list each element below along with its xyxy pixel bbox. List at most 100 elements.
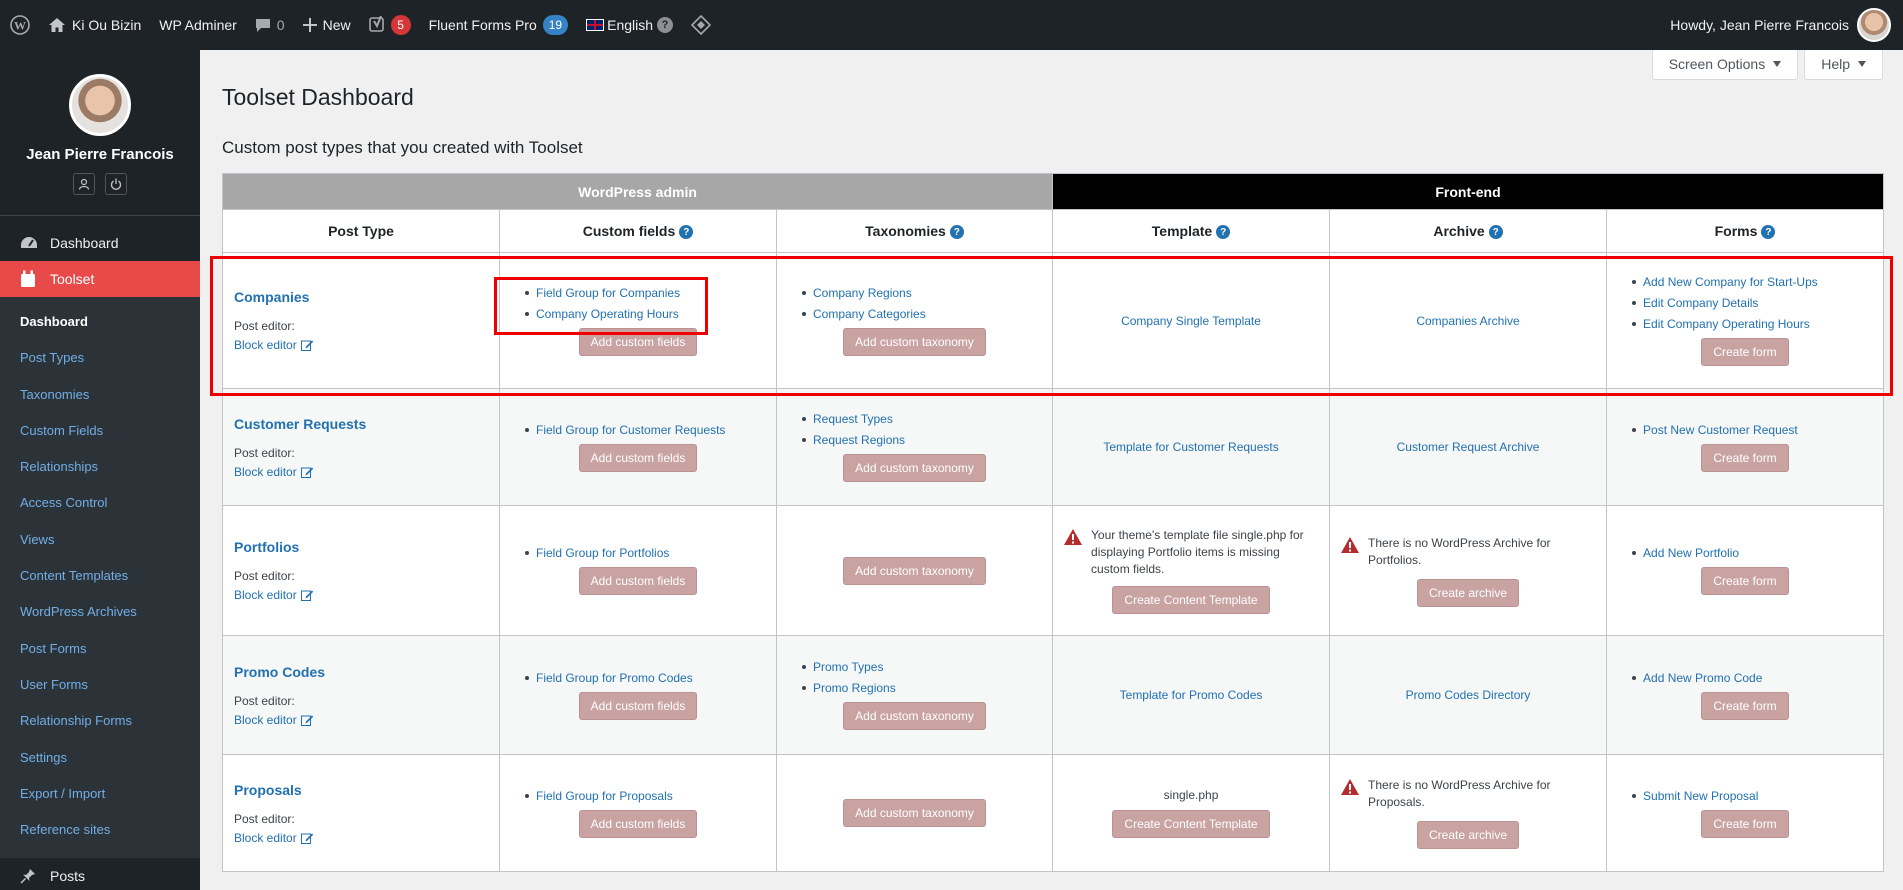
add-custom-taxonomy-button[interactable]: Add custom taxonomy [843, 327, 986, 356]
language-switcher[interactable]: English ? [577, 0, 682, 50]
field-group-link[interactable]: Field Group for Companies [525, 286, 766, 300]
create-archive-button[interactable]: Create archive [1416, 578, 1520, 607]
help-icon[interactable]: ? [1216, 225, 1231, 240]
add-custom-fields-button[interactable]: Add custom fields [578, 327, 698, 356]
add-custom-fields-button[interactable]: Add custom fields [578, 691, 698, 720]
comments-link[interactable]: 0 [246, 0, 294, 50]
taxonomy-link[interactable]: Company Categories [801, 307, 1042, 321]
submenu-relationship-forms[interactable]: Relationship Forms [0, 703, 200, 739]
post-type-name-link[interactable]: Proposals [234, 782, 489, 798]
add-custom-fields-button[interactable]: Add custom fields [578, 443, 698, 472]
template-link[interactable]: Template for Customer Requests [1103, 440, 1278, 454]
field-group-link[interactable]: Field Group for Proposals [525, 789, 766, 803]
block-editor-link[interactable]: Block editor [234, 588, 314, 602]
submenu-relationships[interactable]: Relationships [0, 449, 200, 485]
form-link[interactable]: Post New Customer Request [1632, 423, 1873, 437]
wp-adminer-link[interactable]: WP Adminer [150, 0, 246, 50]
help-button[interactable]: Help [1804, 50, 1883, 80]
submenu-views[interactable]: Views [0, 522, 200, 558]
help-icon[interactable]: ? [1761, 225, 1776, 240]
wordpress-logo-icon[interactable]: W [0, 0, 39, 50]
template-link[interactable]: Company Single Template [1121, 314, 1261, 328]
power-icon[interactable] [105, 173, 127, 195]
submenu-custom-fields[interactable]: Custom Fields [0, 413, 200, 449]
submenu-content-templates[interactable]: Content Templates [0, 558, 200, 594]
submenu-reference-sites[interactable]: Reference sites [0, 812, 200, 848]
site-name-link[interactable]: Ki Ou Bizin [39, 0, 150, 50]
wordpress-admin-band: WordPress admin [221, 173, 1054, 210]
help-icon[interactable]: ? [1488, 225, 1503, 240]
archive-link[interactable]: Companies Archive [1416, 314, 1519, 328]
toolset-diamond-icon[interactable] [682, 0, 720, 50]
language-label: English [607, 17, 654, 33]
taxonomy-link[interactable]: Company Regions [801, 286, 1042, 300]
submenu-settings[interactable]: Settings [0, 740, 200, 776]
comment-icon [255, 18, 271, 33]
field-group-link[interactable]: Field Group for Portfolios [525, 546, 766, 560]
create-form-button[interactable]: Create form [1701, 809, 1789, 838]
edit-icon [300, 340, 313, 351]
help-icon[interactable]: ? [949, 225, 964, 240]
taxonomy-link[interactable]: Request Regions [801, 433, 1042, 447]
sidebar-item-posts[interactable]: Posts [0, 858, 200, 890]
add-custom-fields-button[interactable]: Add custom fields [578, 809, 698, 838]
add-custom-taxonomy-button[interactable]: Add custom taxonomy [843, 799, 986, 827]
screen-options-button[interactable]: Screen Options [1651, 50, 1799, 80]
submenu-user-forms[interactable]: User Forms [0, 667, 200, 703]
block-editor-link[interactable]: Block editor [234, 713, 314, 727]
field-group-link[interactable]: Company Operating Hours [525, 307, 766, 321]
create-form-button[interactable]: Create form [1701, 567, 1789, 595]
block-editor-link[interactable]: Block editor [234, 831, 314, 845]
field-group-link[interactable]: Field Group for Promo Codes [525, 671, 766, 685]
form-link[interactable]: Submit New Proposal [1632, 789, 1873, 803]
my-account-menu[interactable]: Howdy, Jean Pierre Francois [1670, 0, 1891, 50]
create-content-template-button[interactable]: Create Content Template [1112, 810, 1270, 838]
add-custom-fields-button[interactable]: Add custom fields [578, 567, 698, 595]
create-form-button[interactable]: Create form [1701, 691, 1789, 720]
submenu-export-import[interactable]: Export / Import [0, 776, 200, 812]
post-type-name-link[interactable]: Portfolios [234, 539, 489, 555]
form-link[interactable]: Edit Company Details [1632, 296, 1873, 310]
submenu-post-forms[interactable]: Post Forms [0, 631, 200, 667]
new-content-link[interactable]: New [294, 0, 360, 50]
template-link[interactable]: Template for Promo Codes [1120, 688, 1263, 702]
post-type-name-link[interactable]: Customer Requests [234, 416, 489, 432]
submenu-post-types[interactable]: Post Types [0, 340, 200, 376]
archive-link[interactable]: Promo Codes Directory [1406, 688, 1531, 702]
user-profile-icon[interactable] [73, 173, 95, 195]
form-link[interactable]: Edit Company Operating Hours [1632, 317, 1873, 331]
archive-link[interactable]: Customer Request Archive [1397, 440, 1540, 454]
block-editor-link[interactable]: Block editor [234, 338, 314, 352]
toolset-submenu: Dashboard Post Types Taxonomies Custom F… [0, 297, 200, 859]
create-archive-button[interactable]: Create archive [1416, 821, 1520, 849]
create-form-button[interactable]: Create form [1701, 338, 1789, 366]
yoast-menu[interactable]: 5 [360, 0, 420, 50]
add-custom-taxonomy-button[interactable]: Add custom taxonomy [843, 454, 986, 482]
submenu-wordpress-archives[interactable]: WordPress Archives [0, 594, 200, 630]
submenu-access-control[interactable]: Access Control [0, 485, 200, 521]
post-type-name-link[interactable]: Companies [234, 289, 489, 305]
fluent-forms-menu[interactable]: Fluent Forms Pro 19 [420, 0, 578, 50]
comments-count: 0 [276, 17, 285, 33]
form-link[interactable]: Add New Promo Code [1632, 671, 1873, 685]
post-type-name-link[interactable]: Promo Codes [234, 664, 489, 680]
help-icon[interactable]: ? [679, 225, 694, 240]
form-link[interactable]: Add New Company for Start-Ups [1632, 275, 1873, 289]
add-custom-taxonomy-button[interactable]: Add custom taxonomy [843, 556, 986, 585]
taxonomy-link[interactable]: Promo Regions [801, 681, 1042, 695]
taxonomy-link[interactable]: Request Types [801, 412, 1042, 426]
block-editor-link[interactable]: Block editor [234, 465, 314, 479]
taxonomy-link[interactable]: Promo Types [801, 660, 1042, 674]
sidebar-item-toolset[interactable]: Toolset [0, 261, 200, 297]
field-group-link[interactable]: Field Group for Customer Requests [525, 423, 766, 437]
add-custom-taxonomy-button[interactable]: Add custom taxonomy [843, 702, 986, 730]
create-content-template-button[interactable]: Create Content Template [1112, 586, 1270, 614]
submenu-dashboard[interactable]: Dashboard [0, 304, 200, 340]
screen-meta-links: Screen Options Help [1651, 50, 1883, 80]
sidebar-item-dashboard[interactable]: Dashboard [0, 225, 200, 261]
create-form-button[interactable]: Create form [1701, 443, 1789, 472]
submenu-taxonomies[interactable]: Taxonomies [0, 377, 200, 413]
edit-icon [300, 467, 313, 478]
form-link[interactable]: Add New Portfolio [1632, 546, 1873, 560]
column-taxonomies: Taxonomies? [775, 209, 1054, 253]
